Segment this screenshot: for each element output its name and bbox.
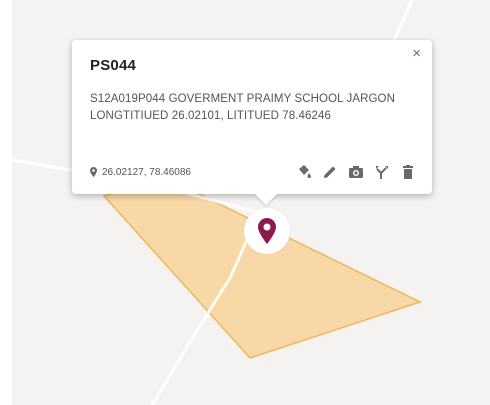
location-marker[interactable] — [244, 208, 290, 254]
paint-bucket-button[interactable] — [296, 164, 312, 180]
camera-icon — [349, 166, 363, 178]
close-button[interactable]: × — [412, 46, 421, 62]
camera-button[interactable] — [348, 164, 364, 180]
fork-button[interactable] — [374, 164, 390, 180]
map-pin-icon — [90, 167, 97, 177]
popup-footer: 26.02127, 78.46086 — [90, 162, 416, 182]
coordinates-text: 26.02127, 78.46086 — [102, 166, 191, 178]
popup-toolbar — [296, 164, 416, 180]
coordinates: 26.02127, 78.46086 — [90, 167, 191, 178]
popup-title: PS044 — [90, 57, 137, 74]
paint-bucket-icon — [299, 165, 311, 178]
popup-arrow — [255, 194, 277, 205]
delete-button[interactable] — [400, 164, 416, 180]
pencil-icon — [324, 166, 336, 178]
map-view[interactable]: × PS044 S12A019P044 GOVERMENT PRAIMY SCH… — [12, 0, 490, 405]
fork-icon — [376, 166, 388, 179]
location-marker-icon — [258, 218, 276, 244]
edit-button[interactable] — [322, 164, 338, 180]
popup-description: S12A019P044 GOVERMENT PRAIMY SCHOOL JARG… — [90, 93, 396, 122]
info-popup: × PS044 S12A019P044 GOVERMENT PRAIMY SCH… — [72, 40, 432, 205]
trash-icon — [403, 165, 413, 179]
